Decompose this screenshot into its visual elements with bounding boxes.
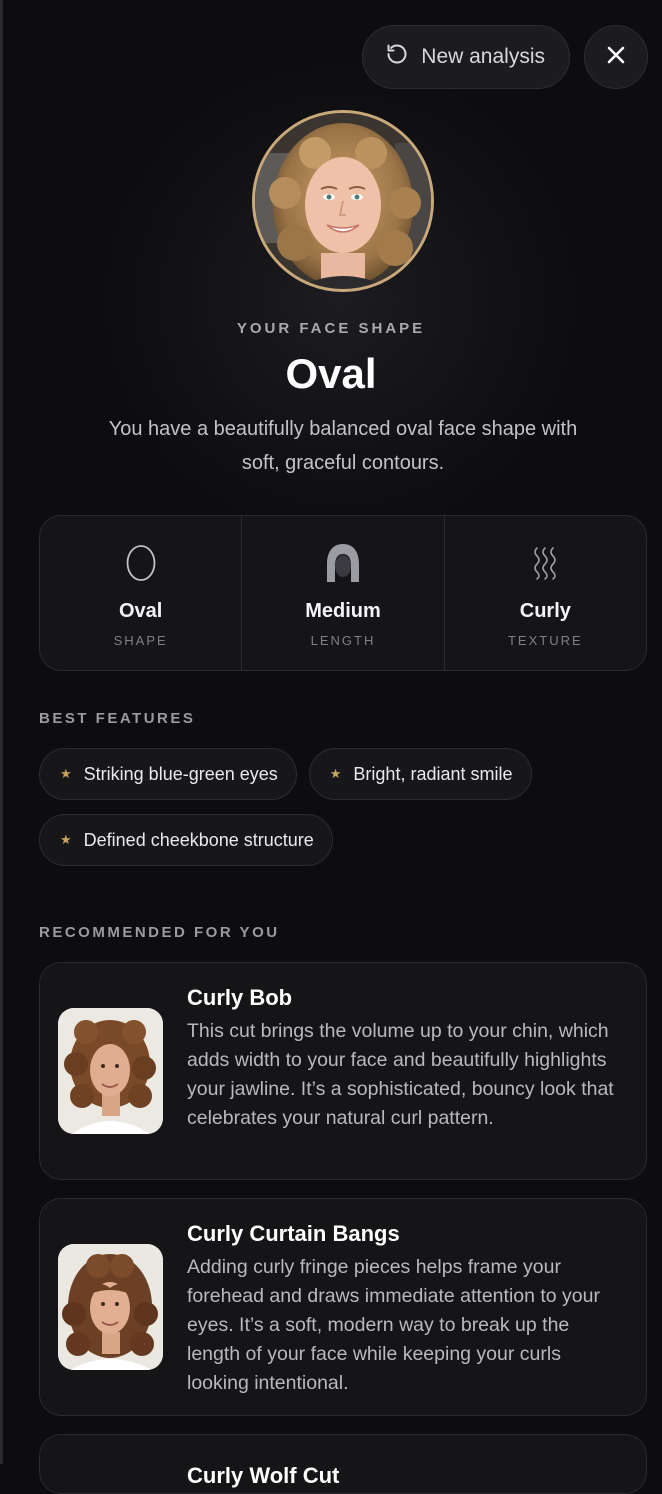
close-button[interactable]: [584, 25, 648, 89]
recommendation-title: Curly Curtain Bangs: [187, 1221, 400, 1246]
stat-label: LENGTH: [310, 633, 376, 648]
recommendation-card[interactable]: Curly Curtain Bangs Adding curly fringe …: [39, 1198, 647, 1416]
stat-label: SHAPE: [113, 633, 168, 648]
recommendation-card-body: Curly Curtain Bangs Adding curly fringe …: [187, 1219, 626, 1395]
hairstyle-thumbnail: [58, 1008, 163, 1134]
best-features-heading: BEST FEATURES: [39, 710, 196, 727]
stat-value: Curly: [519, 600, 571, 622]
recommendation-card[interactable]: Curly Wolf Cut: [39, 1434, 647, 1494]
user-photo-avatar: [252, 110, 434, 292]
stat-shape: Oval SHAPE: [40, 516, 241, 670]
recommendation-description: Adding curly fringe pieces helps frame y…: [187, 1256, 600, 1394]
star-icon: ★: [60, 766, 72, 781]
recommendation-card-body: Curly Bob This cut brings the volume up …: [187, 983, 626, 1159]
hairstyle-thumbnail: [58, 1244, 163, 1370]
face-shape-title: Oval: [285, 350, 377, 397]
recommended-heading: RECOMMENDED FOR YOU: [39, 924, 280, 941]
analysis-stats-panel: Oval SHAPE Medium LENGTH Curly TEXTURE: [39, 515, 647, 671]
feature-chip: ★ Striking blue-green eyes: [39, 748, 297, 800]
star-icon: ★: [329, 766, 342, 781]
stat-length: Medium LENGTH: [241, 516, 443, 670]
new-analysis-label: New analysis: [421, 45, 545, 68]
top-bar: New analysis: [362, 25, 648, 89]
new-analysis-button[interactable]: New analysis: [362, 25, 570, 89]
feature-chip-label: Striking blue-green eyes: [83, 763, 278, 784]
recommendation-description: This cut brings the volume up to your ch…: [187, 1020, 614, 1129]
feature-chip: ★ Bright, radiant smile: [308, 748, 532, 800]
refresh-icon: [385, 42, 409, 72]
star-icon: ★: [60, 832, 72, 847]
recommendation-title: Curly Wolf Cut: [187, 1463, 340, 1488]
recommendation-card[interactable]: Curly Bob This cut brings the volume up …: [39, 962, 647, 1180]
feature-chip-label: Defined cheekbone structure: [83, 829, 314, 850]
oval-shape-icon: [125, 542, 157, 584]
recommendation-card-body: Curly Wolf Cut: [58, 1455, 626, 1488]
stat-label: TEXTURE: [507, 633, 583, 648]
hair-length-icon: [325, 542, 361, 584]
wavy-texture-icon: [531, 542, 559, 584]
feature-chip: ★ Defined cheekbone structure: [39, 814, 333, 866]
stat-texture: Curly TEXTURE: [443, 516, 646, 670]
recommendation-title: Curly Bob: [187, 985, 293, 1010]
face-shape-description: You have a beautifully balanced oval fac…: [108, 418, 578, 474]
left-edge-divider: [0, 0, 3, 1464]
stat-value: Medium: [305, 600, 381, 622]
stat-value: Oval: [118, 600, 163, 622]
best-features-list: ★ Striking blue-green eyes ★ Bright, rad…: [39, 748, 629, 866]
feature-chip-label: Bright, radiant smile: [353, 763, 513, 784]
close-icon: [605, 44, 627, 71]
face-shape-eyebrow: YOUR FACE SHAPE: [236, 320, 426, 337]
